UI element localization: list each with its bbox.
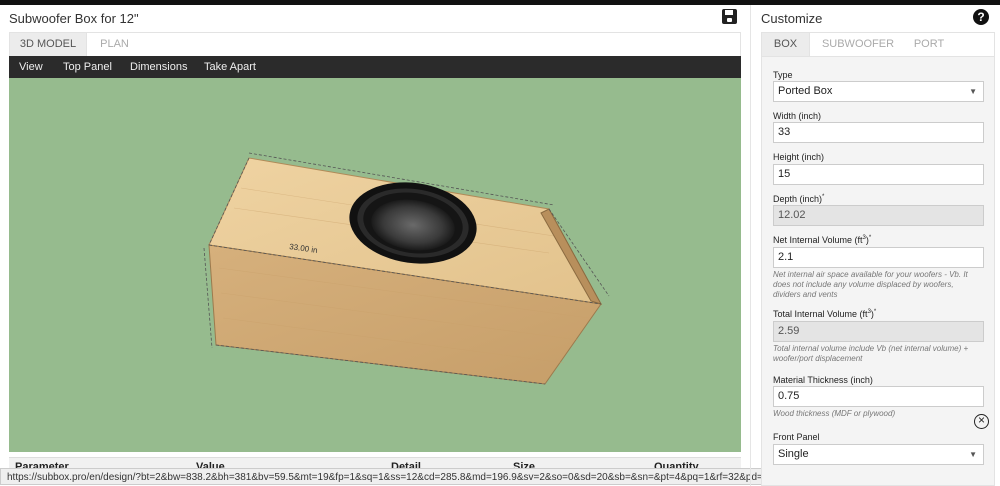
net-volume-label: Net Internal Volume (ft3)*	[773, 235, 872, 245]
tab-3d-model[interactable]: 3D MODEL	[10, 33, 87, 56]
tab-subwoofer[interactable]: SUBWOOFER	[818, 33, 898, 56]
type-label: Type	[773, 70, 793, 80]
net-volume-help: Net internal air space available for you…	[773, 270, 968, 299]
customize-tabs: BOX SUBWOOFER PORT	[761, 32, 995, 56]
total-volume-help: Total internal volume include Vb (net in…	[773, 344, 969, 363]
customize-sidebar: Customize ? BOX SUBWOOFER PORT Type Port…	[750, 5, 1000, 486]
design-area: Subwoofer Box for 12" 3D MODEL PLAN View…	[0, 5, 750, 486]
model-menu-bar: View Top Panel Dimensions Take Apart	[9, 56, 741, 78]
tab-box[interactable]: BOX	[762, 33, 810, 56]
front-panel-select[interactable]: Single ▼	[773, 444, 984, 465]
width-input[interactable]: 33	[773, 122, 984, 143]
depth-input: 12.02	[773, 205, 984, 226]
menu-dimensions[interactable]: Dimensions	[130, 56, 187, 78]
menu-top-panel[interactable]: Top Panel	[63, 56, 112, 78]
subwoofer-box-model: 33.00 in	[203, 152, 610, 385]
customize-title: Customize	[761, 11, 823, 26]
thickness-help: Wood thickness (MDF or plywood)	[773, 409, 896, 418]
thickness-input[interactable]: 0.75	[773, 386, 984, 407]
type-value: Ported Box	[778, 85, 833, 97]
total-volume-label: Total Internal Volume (ft3)*	[773, 309, 877, 319]
menu-take-apart[interactable]: Take Apart	[204, 56, 256, 78]
3d-model-viewport[interactable]: 33.00 in	[9, 78, 741, 452]
close-icon[interactable]: ×	[974, 414, 989, 429]
save-icon[interactable]	[722, 9, 737, 24]
height-label: Height (inch)	[773, 152, 825, 162]
chevron-down-icon: ▼	[969, 450, 977, 459]
help-icon[interactable]: ?	[973, 9, 989, 25]
chevron-down-icon: ▼	[969, 87, 977, 96]
view-tabs: 3D MODEL PLAN	[9, 32, 741, 56]
front-panel-value: Single	[778, 448, 809, 460]
type-select[interactable]: Ported Box ▼	[773, 81, 984, 102]
depth-label: Depth (inch)*	[773, 194, 825, 204]
tab-plan[interactable]: PLAN	[87, 33, 142, 56]
total-volume-input: 2.59	[773, 321, 984, 342]
net-volume-input[interactable]: 2.1	[773, 247, 984, 268]
menu-view[interactable]: View	[19, 56, 43, 78]
box-settings-panel: Type Ported Box ▼ Width (inch) 33 Height…	[761, 56, 995, 486]
page-title: Subwoofer Box for 12"	[9, 11, 139, 26]
front-panel-label: Front Panel	[773, 432, 820, 442]
width-label: Width (inch)	[773, 111, 822, 121]
height-input[interactable]: 15	[773, 164, 984, 185]
tab-port[interactable]: PORT	[904, 33, 954, 56]
thickness-label: Material Thickness (inch)	[773, 375, 873, 385]
